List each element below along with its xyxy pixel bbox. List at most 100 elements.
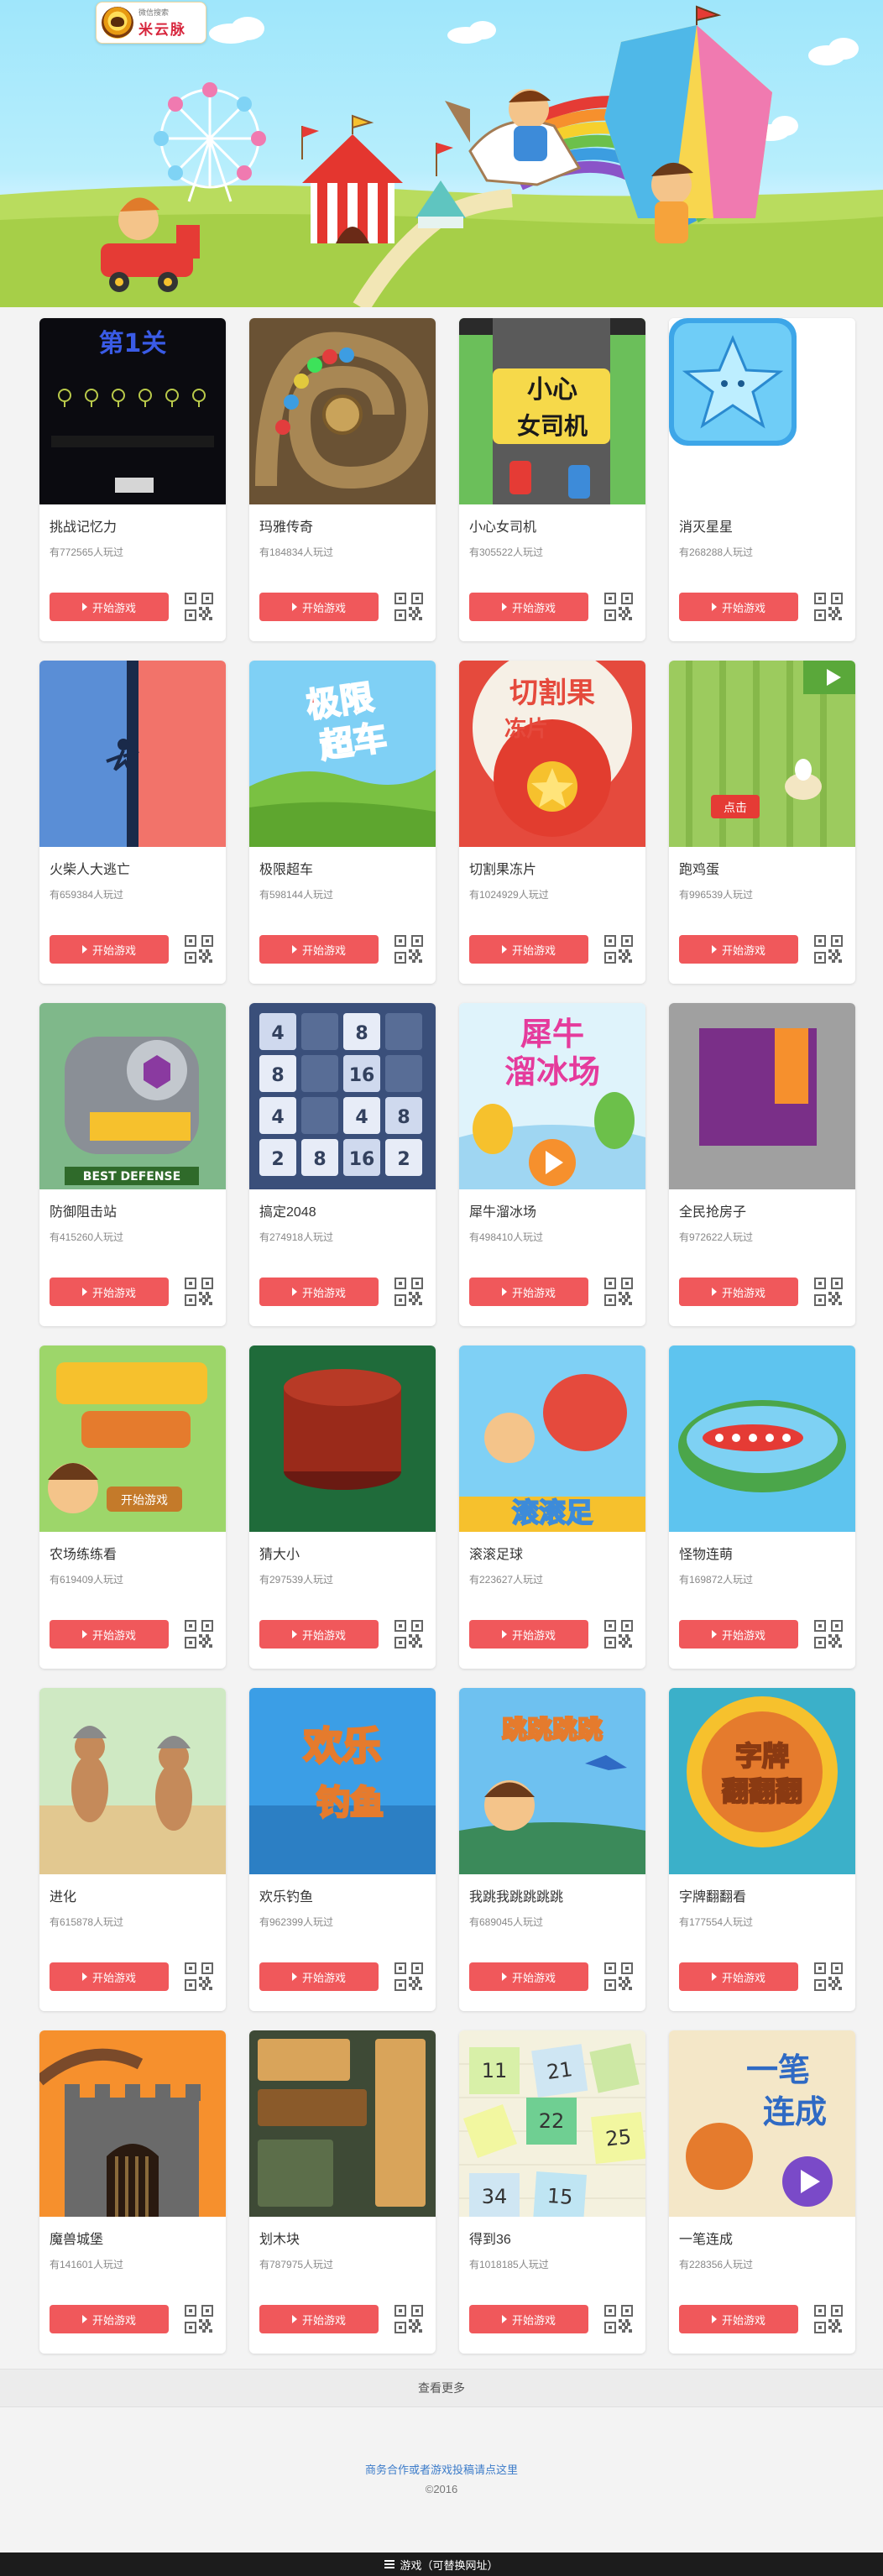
qr-code-icon[interactable] (603, 1619, 634, 1649)
game-title[interactable]: 跑鸡蛋 (679, 858, 719, 878)
game-thumbnail[interactable] (669, 1345, 855, 1532)
qr-code-icon[interactable] (603, 1277, 634, 1307)
game-title[interactable]: 进化 (50, 1885, 76, 1905)
qr-code-icon[interactable] (394, 934, 424, 964)
game-title[interactable]: 全民抢房子 (679, 1200, 746, 1220)
game-card[interactable]: 跳跳跳跳 我跳我跳跳跳跳 有689045人玩过 开始游戏 (459, 1688, 645, 2011)
start-game-button[interactable]: 开始游戏 (469, 1278, 588, 1306)
game-card[interactable]: 玛雅传奇 有184834人玩过 开始游戏 (249, 318, 436, 641)
game-thumbnail[interactable] (39, 1688, 226, 1874)
start-game-button[interactable]: 开始游戏 (259, 1278, 379, 1306)
game-card[interactable]: 猜大小 有297539人玩过 开始游戏 (249, 1345, 436, 1669)
start-game-button[interactable]: 开始游戏 (50, 593, 169, 621)
qr-code-icon[interactable] (184, 1619, 214, 1649)
start-game-button[interactable]: 开始游戏 (259, 935, 379, 964)
game-title[interactable]: 一笔连成 (679, 2228, 733, 2248)
start-game-button[interactable]: 开始游戏 (469, 1962, 588, 1991)
game-card[interactable]: 消灭星星 有268288人玩过 开始游戏 (669, 318, 855, 641)
game-thumbnail[interactable]: 11 21 22 25 34 15 (459, 2030, 645, 2217)
start-game-button[interactable]: 开始游戏 (50, 1962, 169, 1991)
game-card[interactable]: 开始游戏 农场练练看 有619409人玩过 开始游戏 (39, 1345, 226, 1669)
game-card[interactable]: 欢乐 钓鱼 欢乐钓鱼 有962399人玩过 开始游戏 (249, 1688, 436, 2011)
start-game-button[interactable]: 开始游戏 (259, 593, 379, 621)
game-card[interactable]: 全民抢房子 有972622人玩过 开始游戏 (669, 1003, 855, 1326)
game-title[interactable]: 滚滚足球 (469, 1543, 523, 1563)
game-thumbnail[interactable] (669, 1003, 855, 1189)
game-title[interactable]: 搞定2048 (259, 1200, 316, 1220)
qr-code-icon[interactable] (184, 934, 214, 964)
game-thumbnail[interactable]: 开始游戏 (39, 1345, 226, 1532)
qr-code-icon[interactable] (603, 934, 634, 964)
game-card[interactable]: 滚滚足 滚滚足球 有223627人玩过 开始游戏 (459, 1345, 645, 1669)
start-game-button[interactable]: 开始游戏 (469, 2305, 588, 2333)
game-thumbnail[interactable]: 一笔 连成 (669, 2030, 855, 2217)
game-card[interactable]: 进化 有615878人玩过 开始游戏 (39, 1688, 226, 2011)
qr-code-icon[interactable] (813, 2304, 844, 2334)
game-thumbnail[interactable]: 欢乐 钓鱼 (249, 1688, 436, 1874)
game-thumbnail[interactable] (669, 318, 855, 504)
game-thumbnail[interactable]: 极限 超车 (249, 661, 436, 847)
game-card[interactable]: 魔兽城堡 有141601人玩过 开始游戏 (39, 2030, 226, 2354)
game-title[interactable]: 欢乐钓鱼 (259, 1885, 313, 1905)
start-game-button[interactable]: 开始游戏 (50, 1620, 169, 1649)
game-card[interactable]: 火柴人大逃亡 有659384人玩过 开始游戏 (39, 661, 226, 984)
game-card[interactable]: 小心 女司机 小心女司机 有305522人玩过 开始游戏 (459, 318, 645, 641)
business-contact-link[interactable]: 商务合作或者游戏投稿请点这里 (0, 2461, 883, 2477)
start-game-button[interactable]: 开始游戏 (679, 935, 798, 964)
qr-code-icon[interactable] (813, 1277, 844, 1307)
qr-code-icon[interactable] (184, 1962, 214, 1992)
qr-code-icon[interactable] (603, 1962, 634, 1992)
start-game-button[interactable]: 开始游戏 (259, 2305, 379, 2333)
game-thumbnail[interactable] (39, 661, 226, 847)
game-title[interactable]: 犀牛溜冰场 (469, 1200, 536, 1220)
qr-code-icon[interactable] (394, 592, 424, 622)
game-title[interactable]: 我跳我跳跳跳跳 (469, 1885, 563, 1905)
load-more-button[interactable]: 查看更多 (0, 2369, 883, 2407)
qr-code-icon[interactable] (394, 1619, 424, 1649)
game-card[interactable]: 一笔 连成 一笔连成 有228356人玩过 开始游戏 (669, 2030, 855, 2354)
game-card[interactable]: 第1关 挑战记忆力 有772565人玩过 开始游戏 (39, 318, 226, 641)
game-title[interactable]: 玛雅传奇 (259, 515, 313, 536)
game-card[interactable]: 怪物连萌 有169872人玩过 开始游戏 (669, 1345, 855, 1669)
game-thumbnail[interactable] (39, 2030, 226, 2217)
qr-code-icon[interactable] (813, 934, 844, 964)
game-title[interactable]: 得到36 (469, 2228, 511, 2248)
game-thumbnail[interactable]: 点击 (669, 661, 855, 847)
game-card[interactable]: 划木块 有787975人玩过 开始游戏 (249, 2030, 436, 2354)
bottom-nav-bar[interactable]: 游戏（可替换网址） (0, 2552, 883, 2576)
start-game-button[interactable]: 开始游戏 (679, 1620, 798, 1649)
qr-code-icon[interactable] (184, 592, 214, 622)
game-title[interactable]: 挑战记忆力 (50, 515, 117, 536)
game-thumbnail[interactable]: BEST DEFENSE (39, 1003, 226, 1189)
qr-code-icon[interactable] (394, 1277, 424, 1307)
start-game-button[interactable]: 开始游戏 (469, 593, 588, 621)
game-title[interactable]: 消灭星星 (679, 515, 733, 536)
qr-code-icon[interactable] (394, 2304, 424, 2334)
qr-code-icon[interactable] (184, 1277, 214, 1307)
game-thumbnail[interactable]: 字牌 翻翻翻 (669, 1688, 855, 1874)
start-game-button[interactable]: 开始游戏 (259, 1962, 379, 1991)
game-title[interactable]: 小心女司机 (469, 515, 536, 536)
start-game-button[interactable]: 开始游戏 (679, 1962, 798, 1991)
start-game-button[interactable]: 开始游戏 (259, 1620, 379, 1649)
game-thumbnail[interactable]: 犀牛 溜冰场 (459, 1003, 645, 1189)
start-game-button[interactable]: 开始游戏 (679, 2305, 798, 2333)
qr-code-icon[interactable] (813, 592, 844, 622)
game-title[interactable]: 怪物连萌 (679, 1543, 733, 1563)
start-game-button[interactable]: 开始游戏 (50, 2305, 169, 2333)
game-card[interactable]: 4 8 8 16 4 4 8 2 8 16 2 搞定2048 有274918人玩过 开始游戏 (249, 1003, 436, 1326)
start-game-button[interactable]: 开始游戏 (679, 593, 798, 621)
qr-code-icon[interactable] (603, 592, 634, 622)
game-title[interactable]: 字牌翻翻看 (679, 1885, 746, 1905)
start-game-button[interactable]: 开始游戏 (679, 1278, 798, 1306)
game-thumbnail[interactable]: 切割果 冻片 (459, 661, 645, 847)
game-title[interactable]: 极限超车 (259, 858, 313, 878)
game-thumbnail[interactable]: 滚滚足 (459, 1345, 645, 1532)
game-title[interactable]: 猜大小 (259, 1543, 300, 1563)
game-card[interactable]: 点击 跑鸡蛋 有996539人玩过 开始游戏 (669, 661, 855, 984)
site-logo[interactable]: 微信搜索 米云脉 (96, 2, 206, 44)
game-title[interactable]: 火柴人大逃亡 (50, 858, 130, 878)
game-card[interactable]: 犀牛 溜冰场 犀牛溜冰场 有498410人玩过 开始游戏 (459, 1003, 645, 1326)
game-card[interactable]: 切割果 冻片 切割果冻片 有1024929人玩过 开始游戏 (459, 661, 645, 984)
game-card[interactable]: 11 21 22 25 34 15 得到36 有1018185人玩过 开始游戏 (459, 2030, 645, 2354)
